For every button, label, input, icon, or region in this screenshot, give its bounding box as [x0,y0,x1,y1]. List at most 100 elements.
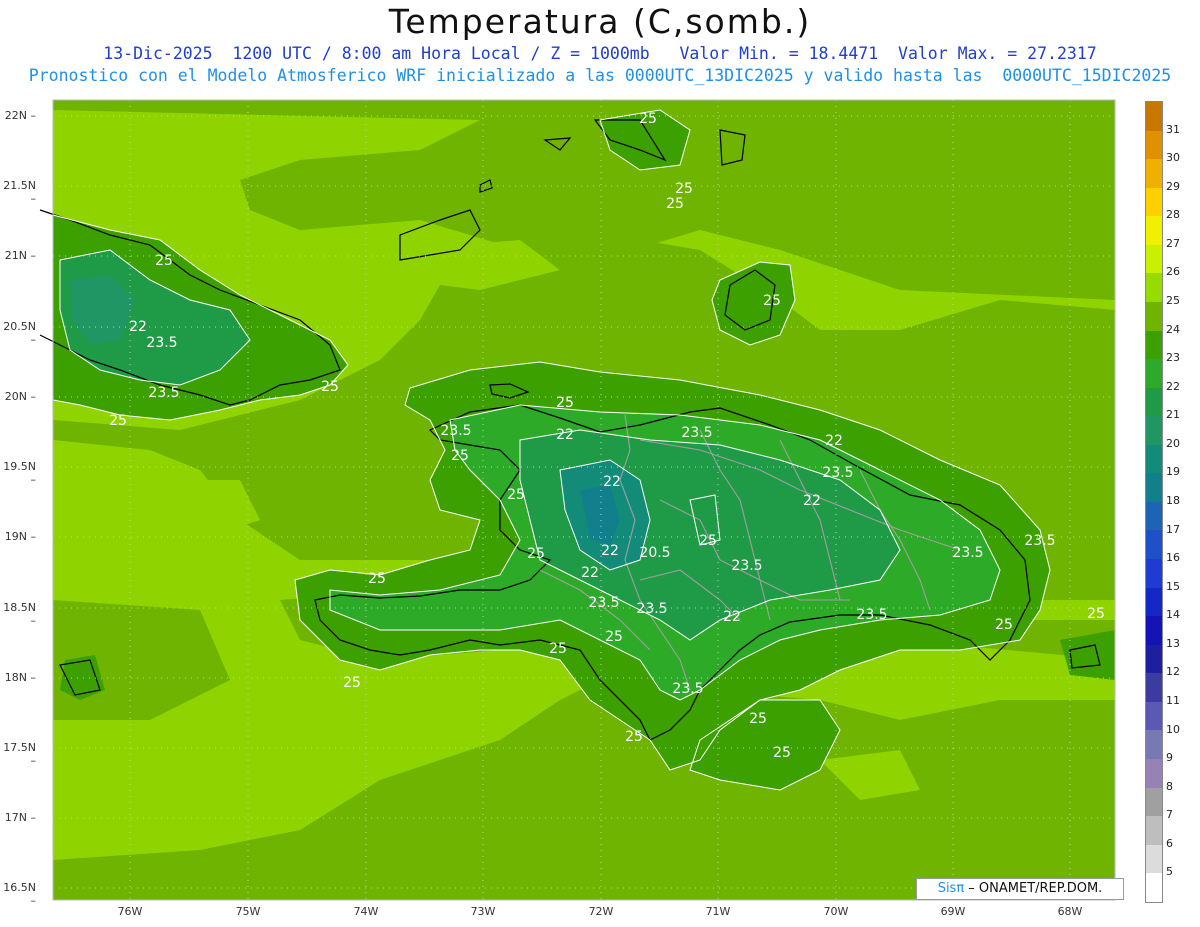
colorbar-swatch [1146,530,1162,559]
contour-label: 25 [605,629,623,645]
contour-label: 25 [995,617,1013,633]
latitude-label: 16.5N – [3,881,36,907]
longitude-label: 73W [470,905,496,918]
colorbar-swatch [1146,330,1162,360]
colorbar-swatch [1146,444,1162,474]
latitude-label: 18.5N – [3,601,36,627]
contour-label: 25 [507,487,525,503]
colorbar-label: 18 [1166,494,1180,507]
colorbar-swatch [1146,473,1162,502]
latitude-label: 21N – [4,249,36,262]
contour-label: 23.5 [731,558,762,574]
valid-time-line: 13-Dic-2025 1200 UTC / 8:00 am Hora Loca… [103,44,1097,63]
colorbar-label: 20 [1166,436,1180,450]
contour-label: 25 [155,253,173,269]
colorbar-label: 10 [1166,722,1180,736]
contour-label: 23.5 [588,595,619,611]
longitude-label: 72W [588,905,614,918]
colorbar-label: 9 [1166,751,1173,765]
contour-label: 25 [549,641,567,657]
colorbar-label: 21 [1166,408,1180,422]
colorbar-swatch [1146,130,1162,160]
colorbar-label: 31 [1166,122,1180,136]
colorbar-swatch [1146,559,1162,588]
colorbar-swatch [1146,216,1162,245]
colorbar-swatch [1146,359,1162,388]
colorbar-swatch [1146,387,1162,417]
contour-label: 23.5 [440,423,471,439]
longitude-label: 69W [940,905,966,918]
colorbar-label: 12 [1166,665,1180,679]
colorbar-label: 15 [1166,579,1180,593]
contour-label: 25 [699,533,717,549]
colorbar-swatch [1146,501,1162,531]
colorbar-swatch [1146,758,1162,788]
contour-label: 22 [603,474,621,490]
latitude-label: 18N – [4,671,36,684]
colorbar-label: 11 [1166,694,1180,707]
colorbar-label: 5 [1166,865,1173,879]
colorbar-swatch [1146,102,1162,131]
contour-label: 23.5 [822,465,853,481]
colorbar-swatch [1146,644,1162,674]
colorbar-label: 8 [1166,779,1173,793]
contour-label: 23.5 [952,545,983,561]
credit-box: Sisπ – ONAMET/REP.DOM. [916,878,1124,900]
latitude-label: 21.5N – [3,179,36,205]
colorbar-swatch [1146,873,1162,902]
credit-org: – ONAMET/REP.DOM. [964,881,1103,896]
temperature-map: 252525252223.523.5252525252223.5 23.52522… [39,99,1116,901]
contour-label: 22 [581,565,599,581]
contour-label: 22 [825,433,843,449]
contour-label: 22 [556,427,574,443]
contour-label: 25 [773,745,791,761]
contour-label: 23.5 [146,335,177,351]
colorbar-swatch [1146,187,1162,217]
contour-label: 25 [368,571,386,587]
colorbar-label: 7 [1166,808,1173,822]
longitude-label: 70W [823,905,849,918]
colorbar-swatch [1146,844,1162,874]
contour-label: 25 [675,181,693,197]
contour-label: 22 [723,609,741,625]
longitude-label: 76W [117,905,143,918]
contour-label: 25 [639,111,657,127]
colorbar-swatch [1146,616,1162,645]
contour-label: 23.5 [148,385,179,401]
colorbar-label: 27 [1166,236,1180,250]
colorbar-swatch [1146,787,1162,817]
sispi-logo-text: Sisπ [937,881,965,896]
colorbar-label: 25 [1166,294,1180,307]
contour-label: 25 [1087,606,1105,622]
colorbar-swatch [1146,730,1162,759]
longitude-label: 75W [235,905,261,918]
colorbar-label: 26 [1166,265,1180,279]
latitude-label: 20N – [4,390,36,403]
contour-label: 25 [666,196,684,212]
contour-label: 23.5 [636,601,667,617]
forecast-info-line: Pronostico con el Modelo Atmosferico WRF… [28,66,1172,85]
contour-label: 25 [527,546,545,562]
latitude-label: 17N – [4,811,36,824]
contour-label: 23.5 [856,607,887,623]
colorbar-label: 17 [1166,522,1180,536]
longitude-label: 68W [1057,905,1083,918]
latitude-label: 20.5N – [3,320,36,346]
contour-label: 23.5 [1024,533,1055,549]
contour-label: 25 [343,675,361,691]
contour-label: 25 [109,413,127,429]
colorbar [1145,101,1163,903]
longitude-label: 74W [353,905,379,918]
contour-label: 22 [803,493,821,509]
contour-label: 20.5 [639,545,670,561]
colorbar-swatch [1146,701,1162,731]
contour-label: 25 [556,395,574,411]
contour-label: 22 [129,319,147,335]
colorbar-swatch [1146,587,1162,617]
colorbar-label: 24 [1166,322,1180,336]
colorbar-label: 19 [1166,465,1180,479]
colorbar-label: 22 [1166,379,1180,393]
colorbar-swatch [1146,673,1162,702]
colorbar-label: 30 [1166,151,1180,165]
contour-label: 25 [625,729,643,745]
